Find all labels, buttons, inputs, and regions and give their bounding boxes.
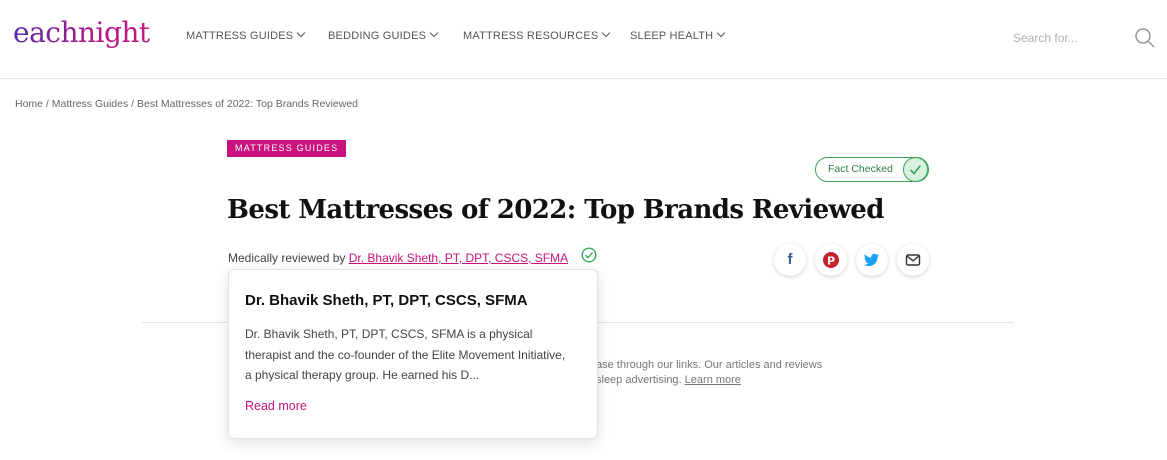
affiliate-disclosure: ase through our links. Our articles and … <box>596 358 822 388</box>
read-more-link[interactable]: Read more <box>245 399 307 413</box>
share-twitter-button[interactable] <box>856 244 888 276</box>
popover-reviewer-name: Dr. Bhavik Sheth, PT, DPT, CSCS, SFMA <box>245 292 528 309</box>
reviewed-prefix: Medically reviewed by <box>228 251 349 265</box>
chevron-down-icon <box>602 28 611 38</box>
breadcrumb-separator: / <box>43 98 52 110</box>
fact-checked-label: Fact Checked <box>828 163 893 175</box>
share-email-button[interactable] <box>897 244 929 276</box>
checkmark-icon <box>903 157 928 182</box>
disclosure-line: ase through our links. Our articles and … <box>596 359 823 371</box>
search-input[interactable]: Search for... <box>1013 31 1078 45</box>
breadcrumb: Home / Mattress Guides / Best Mattresses… <box>15 98 358 110</box>
reviewer-link[interactable]: Dr. Bhavik Sheth, PT, DPT, CSCS, SFMA <box>349 251 568 265</box>
chevron-down-icon <box>429 28 439 38</box>
reviewer-popover: Dr. Bhavik Sheth, PT, DPT, CSCS, SFMA Dr… <box>228 269 598 439</box>
popover-reviewer-bio: Dr. Bhavik Sheth, PT, DPT, CSCS, SFMA is… <box>245 327 566 382</box>
nav-label: MATTRESS GUIDES <box>186 30 294 42</box>
nav-item-mattress-guides[interactable]: MATTRESS GUIDES <box>186 28 306 42</box>
site-header: eachnight MATTRESS GUIDES BEDDING GUIDES… <box>0 0 1167 79</box>
chevron-down-icon <box>297 28 306 38</box>
share-facebook-button[interactable]: f <box>774 244 806 276</box>
medical-review-line: Medically reviewed by Dr. Bhavik Sheth, … <box>228 251 568 265</box>
nav-label: SLEEP HEALTH <box>630 30 714 42</box>
breadcrumb-mattress-guides[interactable]: Mattress Guides <box>52 98 128 110</box>
svg-text:P: P <box>827 255 835 268</box>
article-title: Best Mattresses of 2022: Top Brands Revi… <box>227 195 884 225</box>
nav-label: BEDDING GUIDES <box>328 30 427 42</box>
share-pinterest-button[interactable]: P <box>815 244 847 276</box>
chevron-down-icon <box>717 28 726 38</box>
nav-label: MATTRESS RESOURCES <box>463 30 599 42</box>
email-icon <box>905 254 921 266</box>
breadcrumb-home[interactable]: Home <box>15 98 43 110</box>
breadcrumb-current: Best Mattresses of 2022: Top Brands Revi… <box>137 98 359 110</box>
twitter-icon <box>863 253 880 267</box>
nav-item-mattress-resources[interactable]: MATTRESS RESOURCES <box>463 28 611 42</box>
facebook-icon: f <box>787 251 793 268</box>
category-tag[interactable]: MATTRESS GUIDES <box>227 140 347 157</box>
site-logo[interactable]: eachnight <box>13 16 150 49</box>
nav-item-bedding-guides[interactable]: BEDDING GUIDES <box>328 28 439 42</box>
nav-item-sleep-health[interactable]: SLEEP HEALTH <box>630 28 726 42</box>
verified-check-icon <box>581 247 597 263</box>
fact-checked-badge[interactable]: Fact Checked <box>815 157 929 182</box>
breadcrumb-separator: / <box>128 98 137 110</box>
disclosure-line: sleep advertising. <box>596 374 685 386</box>
pinterest-icon: P <box>823 252 839 268</box>
search-icon[interactable] <box>1134 27 1156 49</box>
learn-more-link[interactable]: Learn more <box>685 374 741 386</box>
